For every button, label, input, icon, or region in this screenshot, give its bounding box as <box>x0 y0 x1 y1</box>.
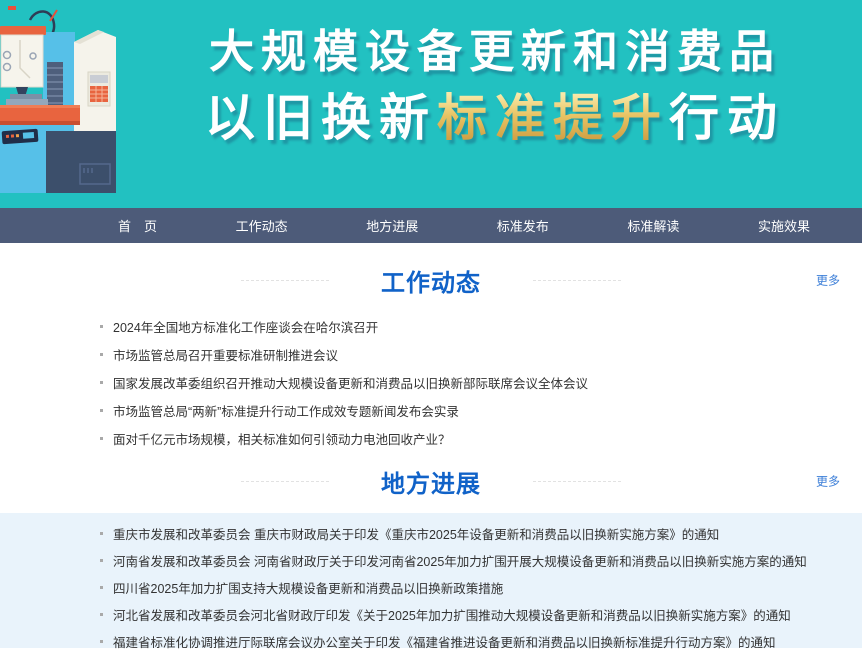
bullet-dot <box>100 586 103 589</box>
news-item: 重庆市发展和改革委员会 重庆市财政局关于印发《重庆市2025年设备更新和消费品以… <box>100 520 842 547</box>
news-item: 市场监管总局“两新”标准提升行动工作成效专题新闻发布会实录 <box>100 396 842 424</box>
heading-rule-left <box>241 481 329 482</box>
banner-title-line2: 以旧换新标准提升行动 <box>128 90 862 148</box>
news-link[interactable]: 国家发展改革委组织召开推动大规模设备更新和消费品以旧换新部际联席会议全体会议 <box>113 373 588 392</box>
bullet-dot <box>100 381 103 384</box>
bullet-dot <box>100 613 103 616</box>
bullet-dot <box>100 640 103 643</box>
heading-rule-right <box>533 481 621 482</box>
main-nav: 首 页 工作动态 地方进展 标准发布 标准解读 实施效果 <box>0 208 862 243</box>
bullet-dot <box>100 532 103 535</box>
local-progress-list-background: 重庆市发展和改革委员会 重庆市财政局关于印发《重庆市2025年设备更新和消费品以… <box>0 513 862 648</box>
nav-item[interactable]: 标准发布 <box>497 216 549 235</box>
banner-title-line2-white2: 行动 <box>669 90 785 146</box>
nav-item[interactable]: 首 页 <box>118 216 157 235</box>
more-link[interactable]: 更多 <box>816 271 840 288</box>
news-list-work-updates: 2024年全国地方标准化工作座谈会在哈尔滨召开 市场监管总局召开重要标准研制推进… <box>0 296 862 452</box>
heading-rule-right <box>533 280 621 281</box>
cnc-machine-illustration <box>0 4 122 200</box>
news-item: 河南省发展和改革委员会 河南省财政厅关于印发河南省2025年加力扩围开展大规模设… <box>100 547 842 574</box>
section-title: 工作动态 <box>381 263 481 298</box>
news-item: 河北省发展和改革委员会河北省财政厅印发《关于2025年加力扩围推动大规模设备更新… <box>100 601 842 628</box>
news-item: 四川省2025年加力扩围支持大规模设备更新和消费品以旧换新政策措施 <box>100 574 842 601</box>
bullet-dot <box>100 409 103 412</box>
banner-titles: 大规模设备更新和消费品 以旧换新标准提升行动 <box>128 26 862 147</box>
bullet-dot <box>100 325 103 328</box>
section-head: 地方进展 更多 <box>0 465 862 497</box>
nav-item[interactable]: 地方进展 <box>366 216 418 235</box>
banner-title-line2-white1: 以旧换新 <box>205 90 437 146</box>
bullet-dot <box>100 353 103 356</box>
news-item: 面对千亿元市场规模，相关标准如何引领动力电池回收产业？ <box>100 424 842 452</box>
news-link[interactable]: 福建省标准化协调推进厅际联席会议办公室关于印发《福建省推进设备更新和消费品以旧换… <box>113 632 776 651</box>
banner: 大规模设备更新和消费品 以旧换新标准提升行动 <box>0 0 862 208</box>
banner-title-line1: 大规模设备更新和消费品 <box>128 26 862 78</box>
news-link[interactable]: 2024年全国地方标准化工作座谈会在哈尔滨召开 <box>113 317 378 336</box>
section-head: 工作动态 更多 <box>0 243 862 296</box>
heading-rule-left <box>241 280 329 281</box>
news-link[interactable]: 河北省发展和改革委员会河北省财政厅印发《关于2025年加力扩围推动大规模设备更新… <box>113 605 791 624</box>
news-link[interactable]: 市场监管总局“两新”标准提升行动工作成效专题新闻发布会实录 <box>113 401 459 420</box>
nav-item[interactable]: 实施效果 <box>758 216 810 235</box>
news-item: 2024年全国地方标准化工作座谈会在哈尔滨召开 <box>100 312 842 340</box>
section-local-progress: 地方进展 更多 重庆市发展和改革委员会 重庆市财政局关于印发《重庆市2025年设… <box>0 465 862 648</box>
nav-item[interactable]: 工作动态 <box>236 216 288 235</box>
news-item: 国家发展改革委组织召开推动大规模设备更新和消费品以旧换新部际联席会议全体会议 <box>100 368 842 396</box>
news-link[interactable]: 河南省发展和改革委员会 河南省财政厅关于印发河南省2025年加力扩围开展大规模设… <box>113 551 807 570</box>
banner-title-line2-gold: 标准提升 <box>437 90 669 146</box>
more-link[interactable]: 更多 <box>816 473 840 490</box>
bullet-dot <box>100 559 103 562</box>
section-title: 地方进展 <box>381 464 481 499</box>
news-link[interactable]: 重庆市发展和改革委员会 重庆市财政局关于印发《重庆市2025年设备更新和消费品以… <box>113 524 719 543</box>
section-work-updates: 工作动态 更多 2024年全国地方标准化工作座谈会在哈尔滨召开 市场监管总局召开… <box>0 243 862 452</box>
bullet-dot <box>100 437 103 440</box>
news-item: 市场监管总局召开重要标准研制推进会议 <box>100 340 842 368</box>
news-list-local-progress: 重庆市发展和改革委员会 重庆市财政局关于印发《重庆市2025年设备更新和消费品以… <box>0 513 862 655</box>
nav-item[interactable]: 标准解读 <box>627 216 679 235</box>
news-item: 福建省标准化协调推进厅际联席会议办公室关于印发《福建省推进设备更新和消费品以旧换… <box>100 628 842 655</box>
news-link[interactable]: 四川省2025年加力扩围支持大规模设备更新和消费品以旧换新政策措施 <box>113 578 503 597</box>
news-link[interactable]: 市场监管总局召开重要标准研制推进会议 <box>113 345 338 364</box>
news-link[interactable]: 面对千亿元市场规模，相关标准如何引领动力电池回收产业？ <box>113 429 451 448</box>
